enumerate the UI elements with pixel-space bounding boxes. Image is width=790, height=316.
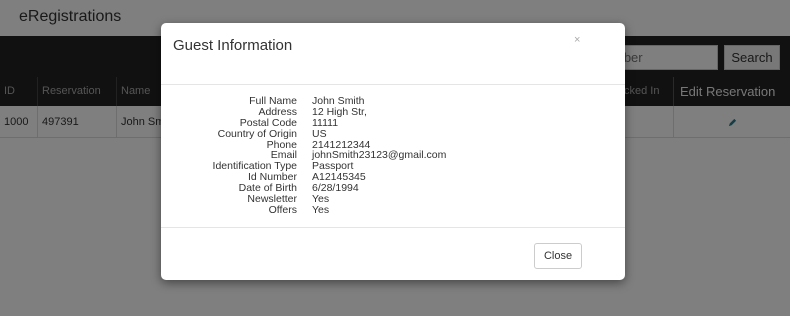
info-row-id-number: Id Number A12145345 xyxy=(161,172,625,183)
info-label: Country of Origin xyxy=(217,127,297,140)
info-row-address: Address 12 High Str, xyxy=(161,106,625,118)
guest-info-list: Full Name John Smith Address 12 High Str… xyxy=(161,96,625,216)
info-row-dob: Date of Birth 6/28/1994 xyxy=(161,183,625,194)
modal-footer-divider xyxy=(161,227,625,228)
close-icon[interactable]: × xyxy=(574,34,580,46)
modal-header: Guest Information × xyxy=(161,23,625,85)
info-row-newsletter: Newsletter Yes xyxy=(161,194,625,205)
info-row-full-name: Full Name John Smith xyxy=(161,96,625,107)
info-row-id-type: Identification Type Passport xyxy=(161,161,625,172)
close-button[interactable]: Close xyxy=(534,243,582,269)
guest-info-modal: Guest Information × Full Name John Smith… xyxy=(161,23,625,280)
info-label: Offers xyxy=(268,203,297,216)
info-row-country: Country of Origin US xyxy=(161,127,625,140)
modal-title: Guest Information xyxy=(173,37,293,54)
info-value: US xyxy=(312,127,327,140)
info-value: Yes xyxy=(312,203,330,216)
info-row-offers: Offers Yes xyxy=(161,205,625,216)
